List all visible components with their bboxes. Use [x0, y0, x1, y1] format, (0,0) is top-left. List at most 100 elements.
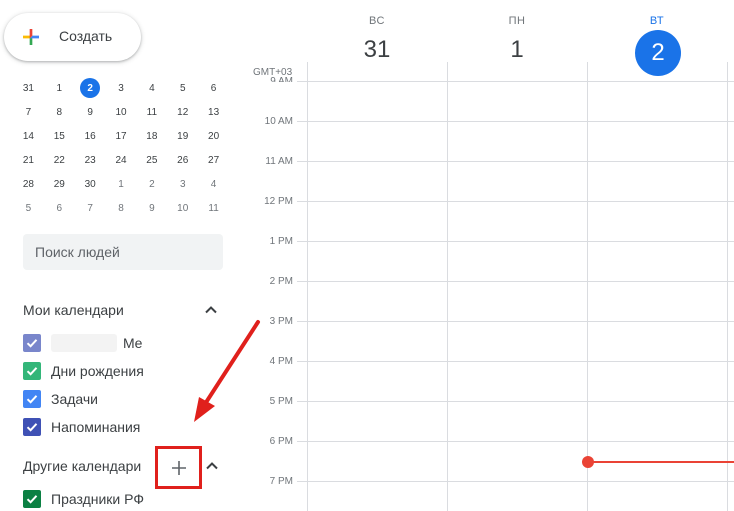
mini-calendar-day[interactable]: 11 [136, 100, 167, 124]
my-calendars-title: Мои календари [23, 302, 124, 318]
hour-line [297, 321, 734, 322]
mini-calendar-day[interactable]: 8 [106, 196, 137, 220]
time-label: 10 AM [264, 116, 293, 127]
calendar-item-label: Me [123, 335, 143, 351]
mini-calendar-week: 31 1 2 3 4 5 6 [13, 76, 229, 100]
hour-line [297, 281, 734, 282]
search-people-input[interactable] [23, 234, 223, 270]
mini-calendar-day[interactable]: 7 [13, 100, 44, 124]
mini-calendar-day[interactable]: 10 [106, 100, 137, 124]
mini-calendar-week: 5 6 7 8 9 10 11 [13, 196, 229, 220]
mini-calendar-day[interactable]: 28 [13, 172, 44, 196]
time-label: 9 AM [270, 76, 293, 82]
create-button-label: Создать [59, 28, 113, 44]
mini-calendar-day[interactable]: 8 [44, 100, 75, 124]
mini-calendar-day[interactable]: 9 [136, 196, 167, 220]
mini-calendar-day[interactable]: 18 [136, 124, 167, 148]
chevron-up-icon[interactable] [199, 298, 223, 322]
mini-calendar-day[interactable]: 6 [44, 196, 75, 220]
day-number[interactable]: 1 [447, 36, 587, 64]
time-label: 3 PM [269, 316, 293, 327]
mini-calendar-day[interactable]: 3 [167, 172, 198, 196]
mini-calendar-week: 14 15 16 17 18 19 20 [13, 124, 229, 148]
mini-calendar-day[interactable]: 22 [44, 148, 75, 172]
time-label: 4 PM [269, 356, 293, 367]
mini-calendar-day[interactable]: 12 [167, 100, 198, 124]
mini-calendar-day[interactable]: 26 [167, 148, 198, 172]
day-of-week: ВТ [649, 15, 665, 27]
mini-calendar-day[interactable]: 5 [167, 76, 198, 100]
grid-divider [307, 62, 308, 511]
hour-line [297, 161, 734, 162]
mini-calendar-week: 7 8 9 10 11 12 13 [13, 100, 229, 124]
mini-calendar-day[interactable]: 11 [198, 196, 229, 220]
mini-calendar-day[interactable]: 13 [198, 100, 229, 124]
plus-multicolor-icon [23, 29, 39, 45]
calendar-item-birthdays[interactable]: Дни рождения [23, 359, 144, 383]
mini-calendar-today[interactable]: 2 [75, 76, 106, 100]
calendar-item-label: Дни рождения [51, 363, 144, 379]
checkbox-checked-icon[interactable] [23, 390, 41, 408]
mini-calendar-day[interactable]: 30 [75, 172, 106, 196]
mini-calendar-day[interactable]: 14 [13, 124, 44, 148]
plus-icon [171, 460, 186, 475]
hour-line [297, 481, 734, 482]
checkbox-checked-icon[interactable] [23, 334, 41, 352]
hour-line [297, 121, 734, 122]
current-time-dot [582, 456, 594, 468]
add-other-calendar-button[interactable] [155, 446, 202, 489]
mini-calendar-week: 28 29 30 1 2 3 4 [13, 172, 229, 196]
time-label: 5 PM [269, 396, 293, 407]
mini-calendar-day[interactable]: 19 [167, 124, 198, 148]
checkbox-checked-icon[interactable] [23, 490, 41, 508]
mini-calendar: 31 1 2 3 4 5 6 7 8 9 10 11 12 13 14 15 1… [13, 76, 229, 220]
chevron-up-icon[interactable] [200, 454, 224, 478]
other-calendars-title: Другие календари [23, 458, 142, 474]
mini-calendar-day[interactable]: 1 [44, 76, 75, 100]
mini-calendar-day[interactable]: 29 [44, 172, 75, 196]
create-button[interactable]: Создать [4, 13, 141, 61]
calendar-item-me[interactable]: Me [23, 331, 142, 355]
mini-calendar-day[interactable]: 21 [13, 148, 44, 172]
time-label: 11 AM [265, 156, 293, 167]
day-number-today[interactable]: 2 [635, 30, 681, 76]
mini-calendar-day[interactable]: 25 [136, 148, 167, 172]
mini-calendar-day[interactable]: 15 [44, 124, 75, 148]
current-time-line [590, 461, 734, 463]
checkbox-checked-icon[interactable] [23, 362, 41, 380]
mini-calendar-day[interactable]: 6 [198, 76, 229, 100]
mini-calendar-day[interactable]: 9 [75, 100, 106, 124]
mini-calendar-day[interactable]: 10 [167, 196, 198, 220]
hour-line [297, 201, 734, 202]
today-number: 2 [80, 78, 101, 98]
time-label: 1 PM [269, 236, 293, 247]
calendar-item-tasks[interactable]: Задачи [23, 387, 98, 411]
mini-calendar-day[interactable]: 4 [198, 172, 229, 196]
hour-line [297, 81, 734, 82]
calendar-item-reminders[interactable]: Напоминания [23, 415, 140, 439]
mini-calendar-day[interactable]: 27 [198, 148, 229, 172]
mini-calendar-week: 21 22 23 24 25 26 27 [13, 148, 229, 172]
checkbox-checked-icon[interactable] [23, 418, 41, 436]
mini-calendar-day[interactable]: 24 [106, 148, 137, 172]
grid-divider [447, 62, 448, 511]
mini-calendar-day[interactable]: 4 [136, 76, 167, 100]
mini-calendar-day[interactable]: 16 [75, 124, 106, 148]
mini-calendar-day[interactable]: 17 [106, 124, 137, 148]
mini-calendar-day[interactable]: 23 [75, 148, 106, 172]
calendar-item-label: Праздники РФ [51, 491, 144, 507]
mini-calendar-day[interactable]: 20 [198, 124, 229, 148]
day-number[interactable]: 31 [307, 36, 447, 64]
calendar-item-label: Напоминания [51, 419, 141, 435]
time-label: 12 PM [264, 196, 293, 207]
calendar-item-holidays[interactable]: Праздники РФ [23, 487, 144, 511]
mini-calendar-day[interactable]: 31 [13, 76, 44, 100]
hour-line [297, 241, 734, 242]
mini-calendar-day[interactable]: 5 [13, 196, 44, 220]
mini-calendar-day[interactable]: 2 [136, 172, 167, 196]
mini-calendar-day[interactable]: 3 [106, 76, 137, 100]
time-label: 7 PM [269, 476, 293, 487]
blurred-name [51, 334, 117, 352]
mini-calendar-day[interactable]: 7 [75, 196, 106, 220]
mini-calendar-day[interactable]: 1 [106, 172, 137, 196]
